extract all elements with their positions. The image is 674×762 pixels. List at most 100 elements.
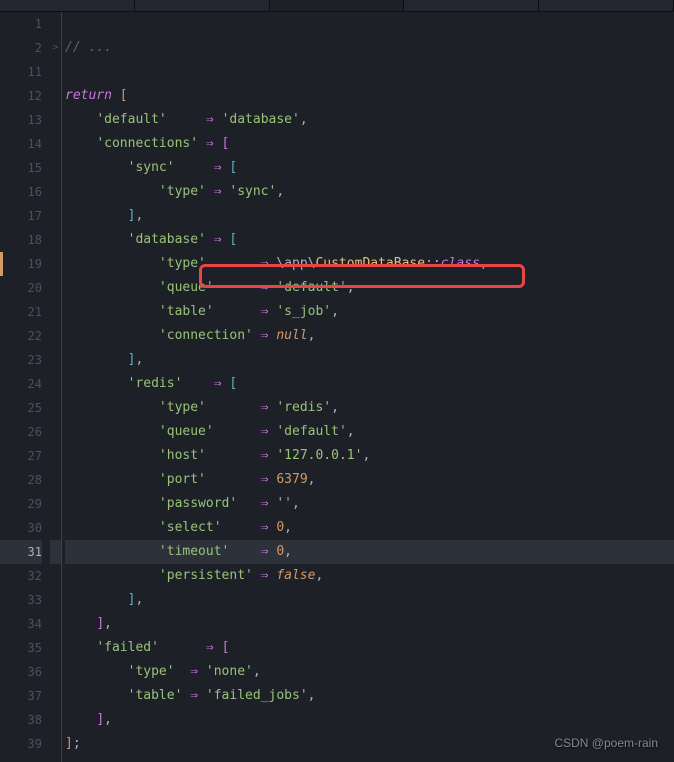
code-line[interactable]: 'port' ⇒ 6379, [65,468,674,492]
line-number: 26 [0,420,42,444]
fold-marker [50,12,61,36]
line-number: 22 [0,324,42,348]
code-line[interactable]: 'table' ⇒ 's_job', [65,300,674,324]
code-line[interactable]: ], [65,708,674,732]
fold-marker [50,636,61,660]
code-line[interactable]: 'connection' ⇒ null, [65,324,674,348]
line-number: 27 [0,444,42,468]
code-line[interactable]: 'persistent' ⇒ false, [65,564,674,588]
code-line[interactable]: ], [65,348,674,372]
tab[interactable] [0,0,135,11]
code-line[interactable]: 'select' ⇒ 0, [65,516,674,540]
code-line[interactable]: ], [65,612,674,636]
code-line[interactable]: 'type' ⇒ 'none', [65,660,674,684]
line-number: 14 [0,132,42,156]
fold-marker [50,660,61,684]
line-number: 11 [0,60,42,84]
code-line[interactable]: ], [65,588,674,612]
line-number: 16 [0,180,42,204]
line-number: 2 [0,36,42,60]
code-line[interactable]: 'queue' ⇒ 'default', [65,420,674,444]
line-number: 25 [0,396,42,420]
code-line[interactable]: 'type' ⇒ 'sync', [65,180,674,204]
line-number: 1 [0,12,42,36]
code-line[interactable]: 'queue' ⇒ 'default', [65,276,674,300]
code-area[interactable]: // ... return [ 'default' ⇒ 'database', '… [62,12,674,762]
line-number: 17 [0,204,42,228]
code-line[interactable]: 'host' ⇒ '127.0.0.1', [65,444,674,468]
watermark: CSDN @poem-rain [554,736,658,750]
fold-marker [50,84,61,108]
code-line[interactable]: 'connections' ⇒ [ [65,132,674,156]
fold-marker [50,300,61,324]
line-number-gutter: 1211121314151617181920212223242526272829… [0,12,50,762]
fold-gutter: > [50,12,62,762]
fold-marker [50,156,61,180]
fold-marker [50,516,61,540]
code-line[interactable] [65,60,674,84]
line-number: 39 [0,732,42,756]
line-number: 37 [0,684,42,708]
line-number: 31 [0,540,42,564]
code-line[interactable]: 'password' ⇒ '', [65,492,674,516]
line-number: 20 [0,276,42,300]
line-number: 21 [0,300,42,324]
fold-marker [50,564,61,588]
code-line[interactable]: 'default' ⇒ 'database', [65,108,674,132]
modified-marker [0,252,3,276]
line-number: 30 [0,516,42,540]
code-line[interactable]: 'failed' ⇒ [ [65,636,674,660]
line-number: 36 [0,660,42,684]
fold-marker [50,444,61,468]
line-number: 23 [0,348,42,372]
fold-marker [50,132,61,156]
fold-marker [50,612,61,636]
fold-marker [50,108,61,132]
code-line[interactable]: 'sync' ⇒ [ [65,156,674,180]
fold-marker [50,348,61,372]
fold-marker [50,228,61,252]
code-line[interactable]: return [ [65,84,674,108]
code-line[interactable]: 'database' ⇒ [ [65,228,674,252]
line-number: 13 [0,108,42,132]
editor: 1211121314151617181920212223242526272829… [0,12,674,762]
code-line[interactable] [65,12,674,36]
code-line[interactable]: 'table' ⇒ 'failed_jobs', [65,684,674,708]
fold-marker [50,492,61,516]
fold-marker [50,180,61,204]
fold-marker [50,204,61,228]
fold-marker [50,420,61,444]
fold-marker [50,396,61,420]
tab-active[interactable] [270,0,405,11]
tab[interactable] [135,0,270,11]
line-number: 38 [0,708,42,732]
line-number: 29 [0,492,42,516]
line-number: 32 [0,564,42,588]
line-number: 24 [0,372,42,396]
code-line[interactable]: ], [65,204,674,228]
line-number: 15 [0,156,42,180]
code-line[interactable]: 'timeout' ⇒ 0, [65,540,674,564]
fold-marker [50,732,61,756]
code-line[interactable]: 'redis' ⇒ [ [65,372,674,396]
code-line[interactable]: // ... [65,36,674,60]
fold-marker [50,324,61,348]
line-number: 28 [0,468,42,492]
tab-bar [0,0,674,12]
fold-marker[interactable]: > [50,36,61,60]
tab[interactable] [539,0,674,11]
line-number: 18 [0,228,42,252]
code-line[interactable]: 'type' ⇒ \app\CustomDataBase::class, [65,252,674,276]
fold-marker [50,708,61,732]
line-number: 33 [0,588,42,612]
line-number: 19 [0,252,42,276]
code-line[interactable]: 'type' ⇒ 'redis', [65,396,674,420]
fold-marker [50,276,61,300]
fold-marker [50,372,61,396]
line-number: 34 [0,612,42,636]
fold-marker [50,60,61,84]
fold-marker [50,252,61,276]
tab[interactable] [404,0,539,11]
line-number: 35 [0,636,42,660]
fold-marker [50,540,61,564]
